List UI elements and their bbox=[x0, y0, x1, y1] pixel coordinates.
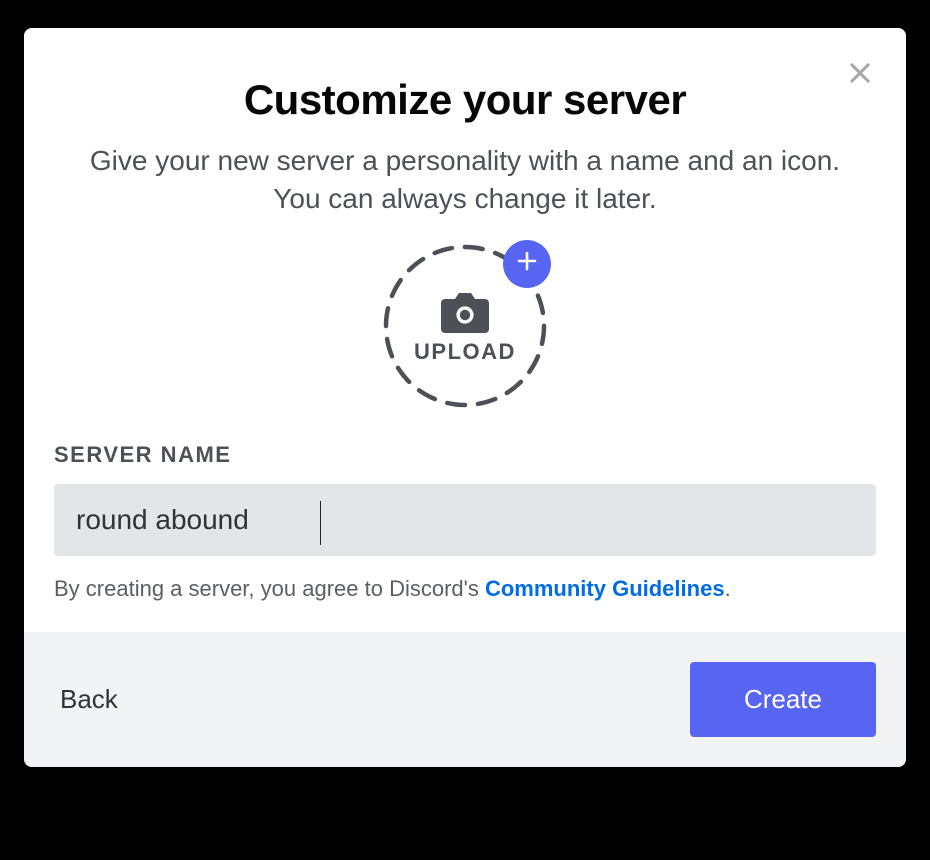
upload-avatar-button[interactable]: UPLOAD bbox=[383, 244, 547, 408]
plus-icon bbox=[515, 249, 539, 278]
close-button[interactable] bbox=[842, 56, 878, 92]
plus-badge bbox=[503, 240, 551, 288]
upload-area: UPLOAD bbox=[54, 244, 876, 408]
customize-server-modal: Customize your server Give your new serv… bbox=[24, 28, 906, 767]
community-guidelines-link[interactable]: Community Guidelines bbox=[485, 576, 725, 601]
server-name-input-wrap bbox=[54, 484, 876, 556]
modal-title: Customize your server bbox=[54, 76, 876, 124]
modal-subtitle: Give your new server a personality with … bbox=[54, 142, 876, 218]
server-name-input[interactable] bbox=[54, 484, 876, 556]
disclaimer-prefix: By creating a server, you agree to Disco… bbox=[54, 576, 485, 601]
disclaimer-text: By creating a server, you agree to Disco… bbox=[54, 576, 876, 602]
server-name-label: SERVER NAME bbox=[54, 442, 876, 468]
create-button[interactable]: Create bbox=[690, 662, 876, 737]
text-caret bbox=[320, 501, 321, 545]
back-button[interactable]: Back bbox=[54, 674, 124, 725]
close-icon bbox=[846, 59, 874, 90]
modal-backdrop: Customize your server Give your new serv… bbox=[0, 0, 930, 860]
disclaimer-suffix: . bbox=[725, 576, 731, 601]
modal-footer: Back Create bbox=[24, 632, 906, 767]
modal-body: Customize your server Give your new serv… bbox=[24, 28, 906, 632]
